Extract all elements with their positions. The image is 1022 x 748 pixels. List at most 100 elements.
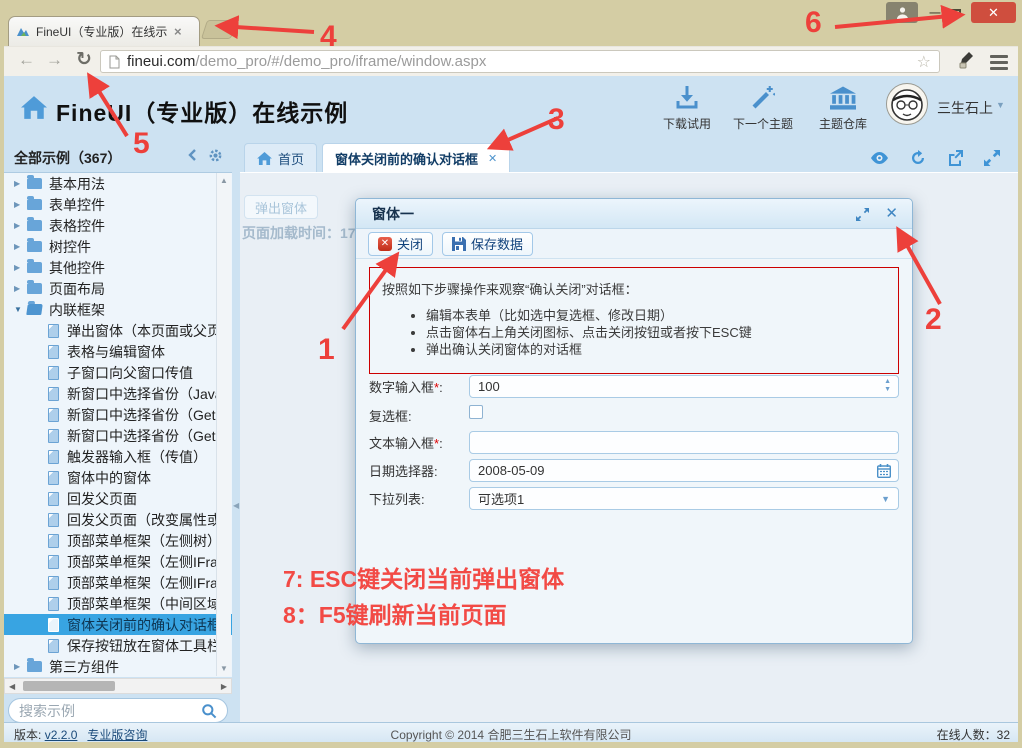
download-icon	[675, 86, 699, 110]
folder-icon	[27, 283, 42, 294]
number-input[interactable]: ▲▼	[469, 375, 899, 398]
tree-item[interactable]: ▶其他控件	[4, 257, 232, 278]
tree-item[interactable]: 回发父页面（改变属性或	[4, 509, 232, 530]
tree-item[interactable]: 顶部菜单框架（左侧IFra	[4, 572, 232, 593]
scroll-down-icon[interactable]: ▼	[220, 664, 228, 673]
tree-item[interactable]: 窗体中的窗体	[4, 467, 232, 488]
tree-item[interactable]: 新窗口中选择省份（Geth	[4, 425, 232, 446]
chevron-down-icon[interactable]: ▼	[881, 494, 890, 504]
forward-button[interactable]: →	[46, 50, 63, 70]
tab-home[interactable]: 首页	[244, 143, 317, 172]
favicon	[16, 25, 30, 39]
date-input-field[interactable]	[478, 463, 890, 478]
dialog-close-icon[interactable]: ✕	[885, 207, 898, 221]
scrollbar-thumb[interactable]	[23, 681, 115, 691]
number-input-field[interactable]	[478, 379, 890, 394]
form-row-date: 日期选择器:	[369, 461, 469, 480]
tree-horizontal-scrollbar[interactable]: ◀▶	[4, 678, 232, 694]
search-input[interactable]	[19, 703, 201, 719]
collapse-panel-icon[interactable]	[186, 148, 200, 162]
menu-icon[interactable]	[990, 52, 1008, 73]
tree-item[interactable]: ▶表格控件	[4, 215, 232, 236]
window-close-button[interactable]: ✕	[971, 2, 1016, 23]
form-row-number: 数字输入框*:	[369, 377, 469, 396]
tree-item[interactable]: ▶基本用法	[4, 173, 232, 194]
dialog-header[interactable]: 窗体一 ✕	[356, 199, 912, 229]
text-input-field[interactable]	[478, 435, 890, 450]
scroll-up-icon[interactable]: ▲	[220, 176, 228, 185]
scroll-right-icon[interactable]: ▶	[221, 682, 227, 691]
tree-item[interactable]: 子窗口向父窗口传值	[4, 362, 232, 383]
instructions-box: 按照如下步骤操作来观察“确认关闭”对话框： 编辑本表单（比如选中复选框、修改日期…	[369, 267, 899, 374]
text-input[interactable]	[469, 431, 899, 454]
expand-icon[interactable]	[984, 150, 1000, 166]
download-trial-button[interactable]: 下载试用	[652, 86, 722, 132]
tree-item[interactable]: 触发器输入框（传值）	[4, 446, 232, 467]
tree-item[interactable]: 表格与编辑窗体	[4, 341, 232, 362]
tree-item[interactable]: 顶部菜单框架（左侧IFra	[4, 551, 232, 572]
minimize-button[interactable]: —	[925, 2, 945, 23]
checkbox[interactable]	[469, 405, 483, 419]
tree-item-expanded[interactable]: ▼内联框架	[4, 299, 232, 320]
user-name[interactable]: 三生石上	[937, 98, 993, 118]
search-box[interactable]	[8, 698, 228, 723]
browser-tab-close-icon[interactable]: ×	[174, 24, 182, 39]
user-menu-caret-icon[interactable]: ▼	[996, 100, 1005, 110]
close-button[interactable]: ✕ 关闭	[368, 232, 433, 256]
tree-item[interactable]: 顶部菜单框架（左侧树）	[4, 530, 232, 551]
folder-icon	[27, 241, 42, 252]
theme-store-button[interactable]: 主题仓库	[808, 86, 878, 132]
save-data-button[interactable]: 保存数据	[442, 232, 533, 256]
splitter-collapse-icon[interactable]: ◀	[233, 501, 239, 510]
date-picker[interactable]	[469, 459, 899, 482]
dialog-title: 窗体一	[372, 204, 414, 224]
tree-item-selected[interactable]: 窗体关闭前的确认对话框	[4, 614, 232, 635]
refresh-button[interactable]: ↻	[76, 48, 92, 71]
tree-item[interactable]: 顶部菜单框架（中间区域	[4, 593, 232, 614]
tree-item[interactable]: ▶页面布局	[4, 278, 232, 299]
search-icon[interactable]	[201, 703, 217, 719]
dropper-icon[interactable]	[956, 51, 974, 74]
back-button[interactable]: ←	[18, 50, 35, 70]
avatar[interactable]	[886, 83, 928, 125]
file-icon	[48, 597, 59, 611]
tree-item[interactable]: 回发父页面	[4, 488, 232, 509]
eye-icon[interactable]	[870, 152, 889, 164]
external-link-icon[interactable]	[947, 150, 963, 166]
home-icon	[257, 152, 272, 165]
home-icon[interactable]	[21, 96, 47, 119]
content-area: 弹出窗体 页面加载时间：17: 窗体一 ✕ ✕ 关闭 保存数据 按照如下步骤操	[240, 172, 1018, 722]
refresh-icon[interactable]	[910, 150, 926, 166]
page-title: FineUI（专业版）在线示例	[56, 94, 348, 128]
form-row-text: 文本输入框*:	[369, 433, 469, 452]
dropdown-select[interactable]: 可选项1 ▼	[469, 487, 899, 510]
file-icon	[48, 513, 59, 527]
tab-current[interactable]: 窗体关闭前的确认对话框 ✕	[322, 143, 510, 173]
tree-item[interactable]: ▶树控件	[4, 236, 232, 257]
maximize-button[interactable]	[946, 2, 966, 23]
tree-item[interactable]: 新窗口中选择省份（Java	[4, 383, 232, 404]
dialog-toolbar: ✕ 关闭 保存数据	[356, 229, 912, 259]
tree-item[interactable]: 弹出窗体（本页面或父页	[4, 320, 232, 341]
profile-button[interactable]	[886, 2, 918, 23]
bookmark-star-icon[interactable]: ☆	[917, 52, 931, 72]
url-bar[interactable]: fineui.com/demo_pro/#/demo_pro/iframe/wi…	[100, 50, 940, 73]
tree-vertical-scrollbar[interactable]: ▲▼	[216, 173, 231, 676]
dialog-maximize-icon[interactable]	[855, 207, 870, 222]
tree-item[interactable]: ▶表单控件	[4, 194, 232, 215]
tree-item[interactable]: 保存按钮放在窗体工具栏	[4, 635, 232, 656]
next-theme-button[interactable]: 下一个主题	[728, 86, 798, 132]
tab-close-icon[interactable]: ✕	[488, 152, 497, 165]
popup-window-button[interactable]: 弹出窗体	[244, 195, 318, 219]
examples-tree: ▶基本用法 ▶表单控件 ▶表格控件 ▶树控件 ▶其他控件 ▶页面布局 ▼内联框架…	[4, 172, 232, 677]
status-bar: 版本: v2.2.0 专业版咨询 Copyright © 2014 合肥三生石上…	[4, 722, 1018, 742]
tree-item[interactable]: 新窗口中选择省份（Geth	[4, 404, 232, 425]
spinner-icons[interactable]: ▲▼	[884, 378, 891, 394]
tab-strip-tools	[870, 150, 1000, 166]
tree-item[interactable]: ▶第三方组件	[4, 656, 232, 677]
gear-icon[interactable]	[208, 148, 223, 163]
calendar-icon[interactable]	[877, 464, 891, 478]
new-tab-button[interactable]	[201, 20, 237, 39]
scroll-left-icon[interactable]: ◀	[9, 682, 15, 691]
browser-tab[interactable]: FineUI（专业版）在线示 ×	[8, 16, 200, 46]
